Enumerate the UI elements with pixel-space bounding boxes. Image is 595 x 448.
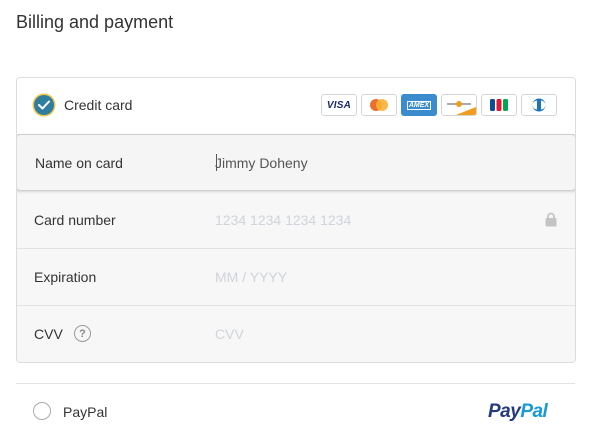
jcb-logo-icon bbox=[481, 94, 517, 116]
discover-logo-icon bbox=[441, 94, 477, 116]
paypal-logo: PayPal bbox=[488, 401, 548, 423]
amex-logo-text: AMEX bbox=[406, 100, 432, 110]
card-number-input[interactable] bbox=[215, 206, 535, 234]
name-on-card-input[interactable] bbox=[215, 149, 535, 177]
name-on-card-row: Name on card bbox=[17, 134, 575, 191]
expiration-label: Expiration bbox=[34, 269, 97, 285]
checkmark-icon[interactable] bbox=[34, 95, 54, 115]
paypal-logo-pay: Pay bbox=[488, 401, 521, 422]
visa-logo-icon: VISA bbox=[321, 94, 357, 116]
paypal-logo-pal: Pal bbox=[520, 401, 548, 422]
paypal-label: PayPal bbox=[63, 404, 108, 420]
credit-card-label: Credit card bbox=[64, 97, 133, 113]
paypal-radio[interactable] bbox=[33, 402, 51, 420]
card-number-row: Card number bbox=[17, 191, 575, 248]
card-brand-logos: VISA AMEX bbox=[321, 94, 557, 116]
cvv-label: CVV bbox=[34, 326, 63, 342]
expiration-row: Expiration bbox=[17, 248, 575, 305]
card-fields: Name on card Card number Expiration CVV … bbox=[17, 134, 575, 362]
card-number-label: Card number bbox=[34, 212, 116, 228]
mastercard-logo-icon bbox=[361, 94, 397, 116]
expiration-input[interactable] bbox=[215, 263, 535, 291]
name-on-card-label: Name on card bbox=[35, 155, 123, 171]
credit-card-option[interactable]: Credit card VISA AMEX bbox=[17, 78, 575, 134]
credit-card-panel: Credit card VISA AMEX Name on card Jimmy… bbox=[16, 77, 576, 363]
amex-logo-icon: AMEX bbox=[401, 94, 437, 116]
cvv-row: CVV ? bbox=[17, 305, 575, 362]
lock-icon bbox=[545, 212, 557, 232]
section-divider bbox=[16, 383, 575, 384]
diners-logo-icon bbox=[521, 94, 557, 116]
page-title: Billing and payment bbox=[16, 12, 174, 32]
question-mark-icon[interactable]: ? bbox=[74, 325, 91, 342]
visa-logo-text: VISA bbox=[326, 99, 352, 111]
cvv-input[interactable] bbox=[215, 320, 535, 348]
